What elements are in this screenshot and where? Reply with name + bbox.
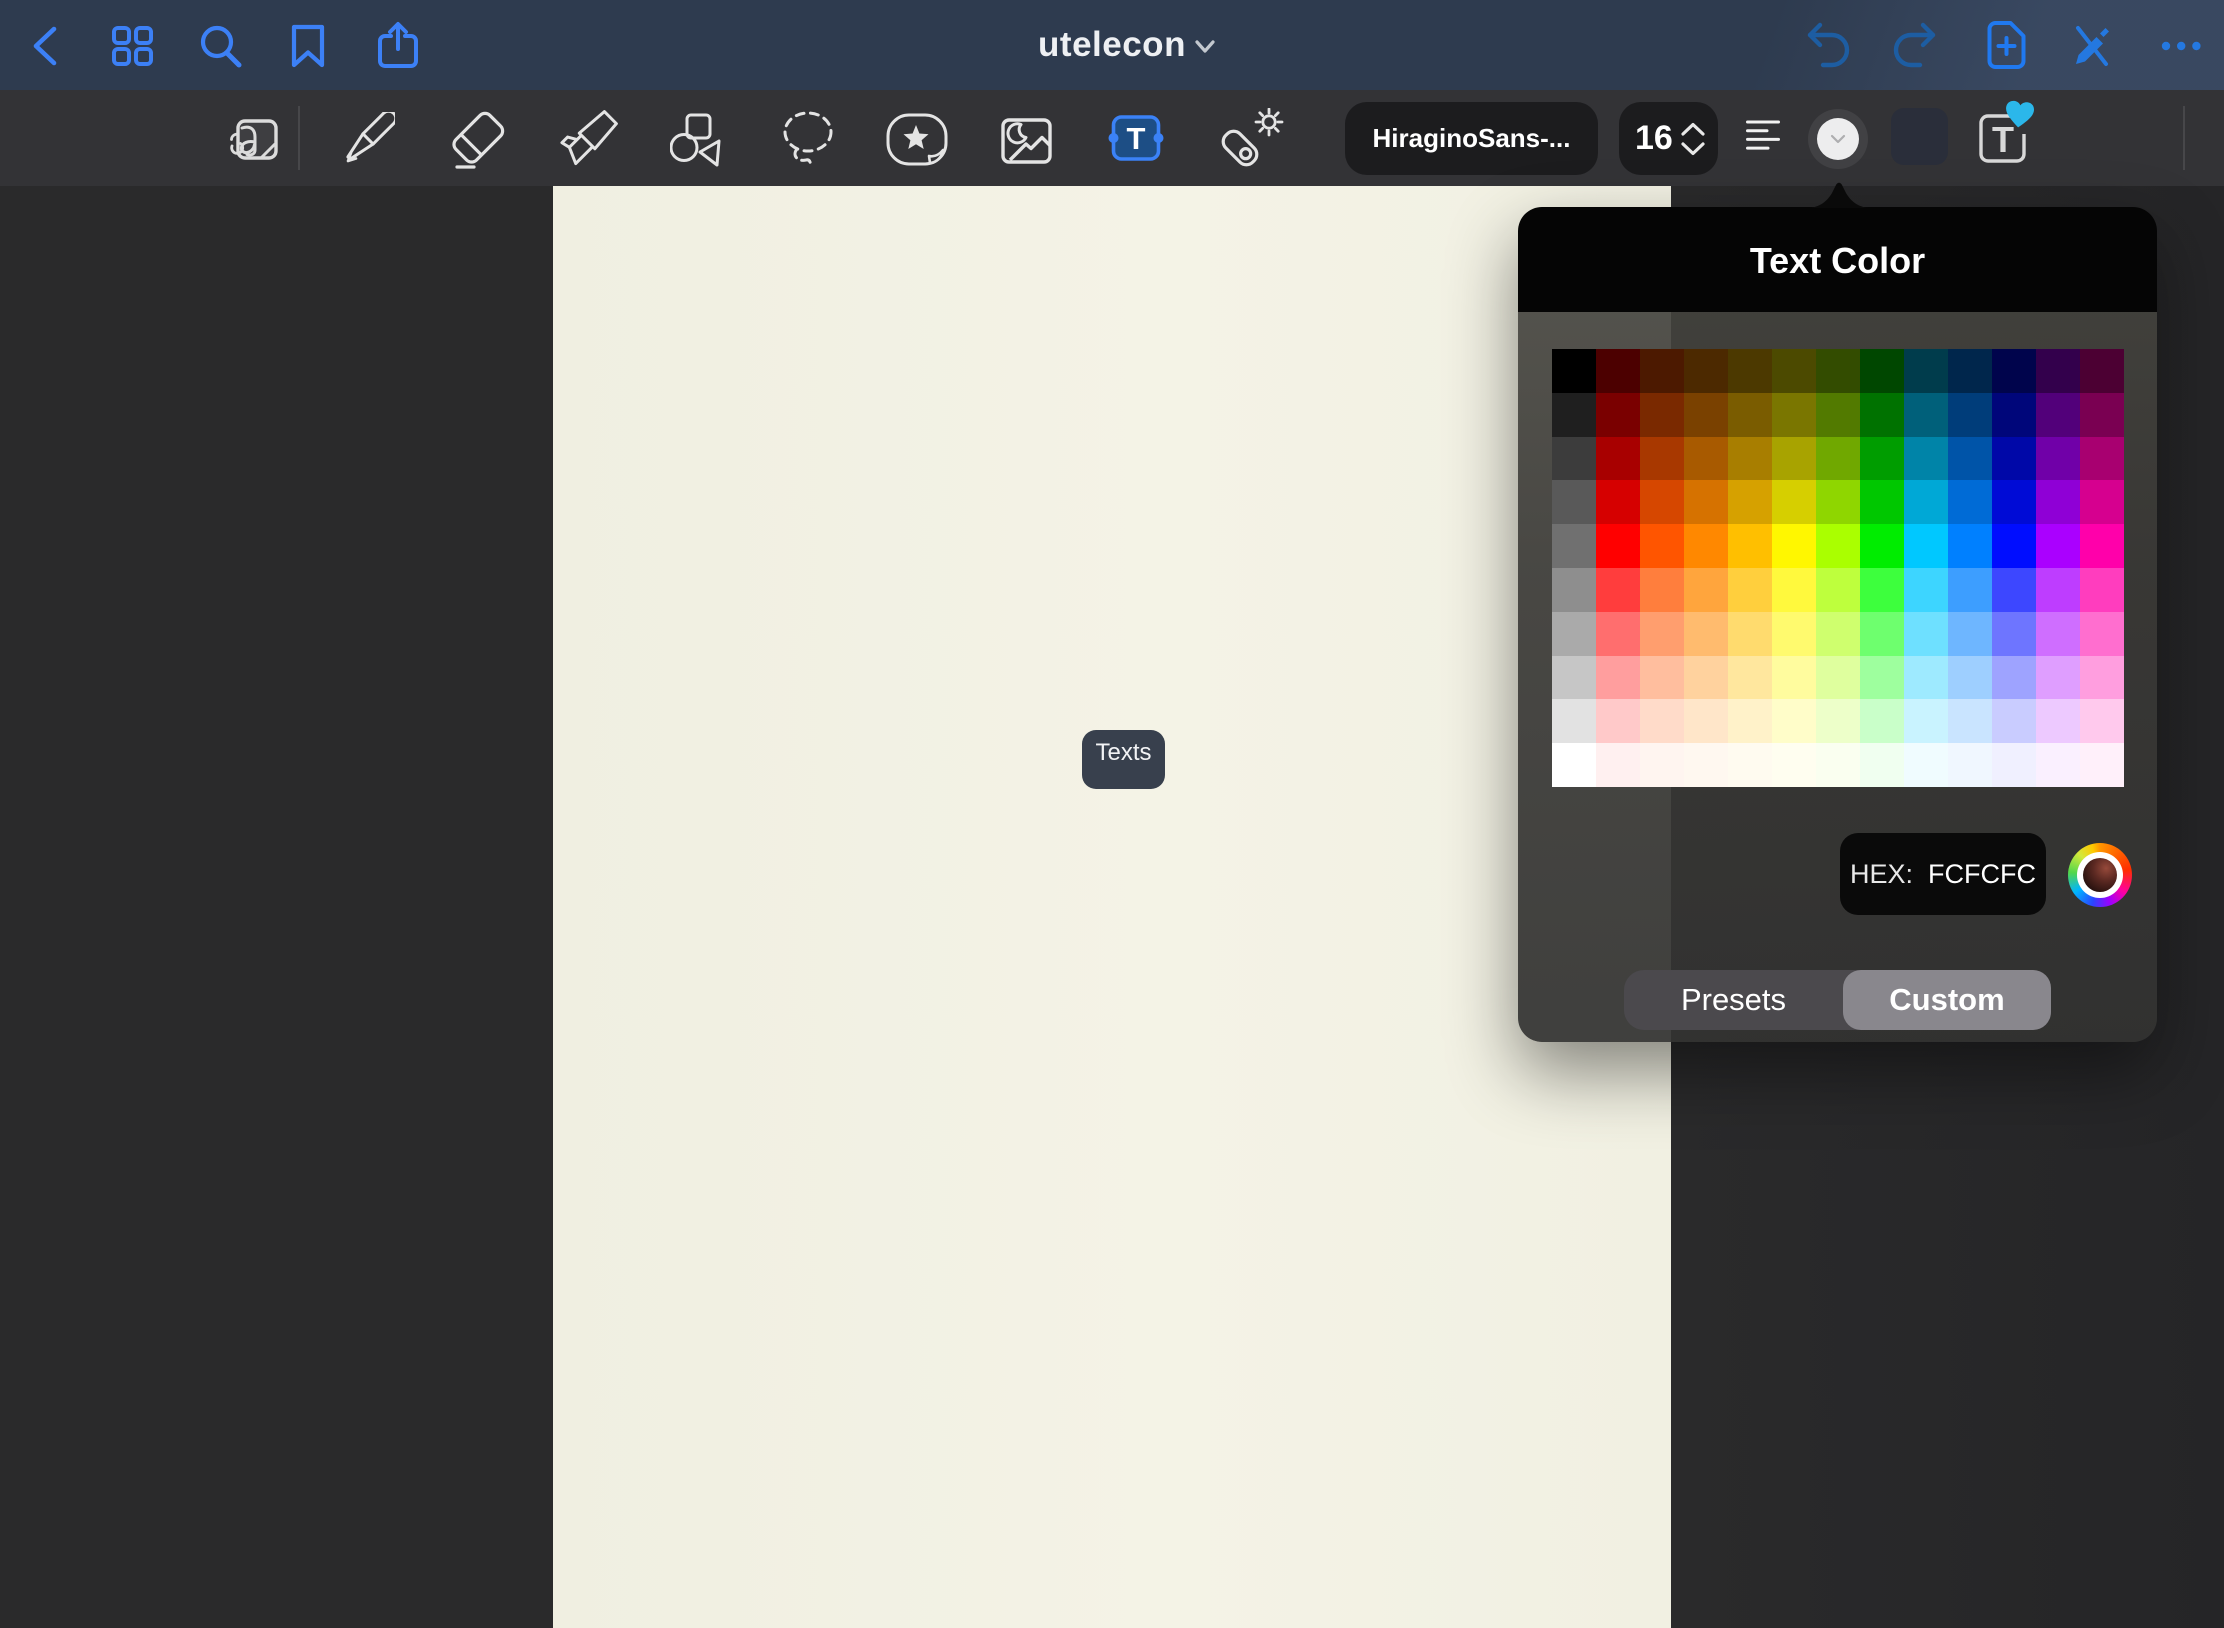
svg-text:T: T xyxy=(1992,119,2014,160)
svg-text:T: T xyxy=(1127,121,1146,156)
